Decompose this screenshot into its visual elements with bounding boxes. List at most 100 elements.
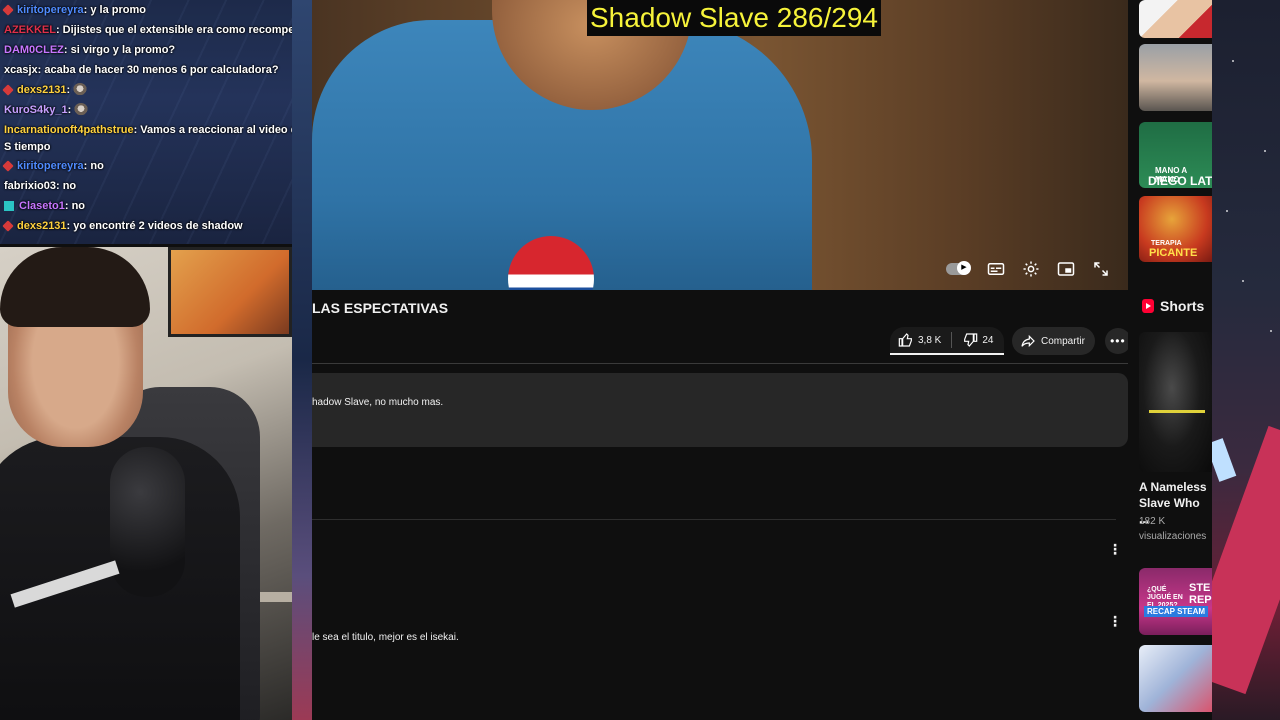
chat-message: DAM0CLEZ: si virgo y la promo? bbox=[0, 40, 312, 60]
chat-text: : no bbox=[64, 200, 86, 212]
chat-message: AZEKKEL: Dijistes que el extensible era … bbox=[0, 20, 312, 40]
stream-overlay-art bbox=[1212, 0, 1280, 720]
chat-message: KuroS4ky_1: bbox=[0, 100, 312, 120]
recommendations-sidebar: MANO A MANO DIEGO LAT TERAPIA PICANTE Sh… bbox=[1128, 0, 1212, 720]
miniplayer-icon[interactable] bbox=[1057, 260, 1075, 278]
chat-badge-icon bbox=[2, 4, 14, 16]
chat-message: fabrixio03: no bbox=[0, 176, 312, 196]
settings-gear-icon[interactable] bbox=[1022, 260, 1040, 278]
description-box[interactable]: hadow Slave, no mucho mas. bbox=[312, 373, 1128, 447]
chat-text: : y la promo bbox=[83, 4, 146, 16]
chat-emote-icon bbox=[74, 103, 89, 118]
chat-username[interactable]: dexs2131 bbox=[17, 84, 67, 96]
recommended-video-thumbnail[interactable]: TERAPIA PICANTE bbox=[1139, 196, 1212, 262]
chat-text: : bbox=[67, 104, 72, 116]
chat-text: : Dijistes que el extensible era como re… bbox=[55, 24, 312, 36]
short-view-count: 182 K visualizaciones bbox=[1139, 516, 1207, 542]
description-text: hadow Slave, no mucho mas. bbox=[312, 397, 444, 408]
shorts-section-header: Shorts bbox=[1142, 298, 1204, 314]
chat-badge-icon bbox=[2, 160, 14, 172]
decorative-star bbox=[1264, 150, 1266, 152]
chat-message: dexs2131: yo encontré 2 videos de shadow bbox=[0, 216, 312, 236]
shorts-logo-icon bbox=[1142, 299, 1154, 313]
decorative-star bbox=[1270, 330, 1272, 332]
chat-message: dexs2131: bbox=[0, 80, 312, 100]
comment-menu-icon[interactable]: ⋮ bbox=[1108, 542, 1122, 556]
chat-username[interactable]: DAM0CLEZ bbox=[4, 44, 64, 56]
chat-message: xcasjx: acaba de hacer 30 menos 6 por ca… bbox=[0, 60, 312, 80]
chat-username[interactable]: dexs2131 bbox=[17, 220, 67, 232]
thumbs-up-icon bbox=[898, 333, 912, 347]
comment-text: le sea el titulo, mejor es el isekai. bbox=[312, 632, 459, 643]
like-count: 3,8 K bbox=[918, 334, 942, 346]
more-actions-button[interactable]: ••• bbox=[1104, 328, 1131, 354]
thumbnail-caption-top: TERAPIA bbox=[1151, 240, 1182, 247]
chat-text: : no bbox=[83, 160, 104, 172]
video-actions: 3,8 K 24 Compartir ••• bbox=[890, 327, 1131, 355]
subtitles-icon[interactable] bbox=[987, 260, 1005, 278]
share-label: Compartir bbox=[1041, 335, 1085, 347]
streamer-hair bbox=[0, 247, 150, 327]
chat-username[interactable]: fabrixio03 bbox=[4, 180, 56, 192]
series-progress-overlay: Shadow Slave 286/294 bbox=[587, 0, 881, 36]
like-separator bbox=[951, 332, 953, 348]
video-player[interactable] bbox=[312, 0, 1128, 290]
short-thumbnail[interactable]: ¿QUÉ JUGUÉ EN EL 2025? STE REP RECAP STE… bbox=[1139, 568, 1212, 635]
like-dislike-group: 3,8 K 24 bbox=[890, 327, 1004, 355]
stream-overlay-strip bbox=[292, 0, 312, 720]
chat-message: Incarnationoft4pathstrue: Vamos a reacci… bbox=[0, 120, 312, 156]
chat-username[interactable]: Incarnationoft4pathstrue bbox=[4, 124, 134, 136]
chat-username[interactable]: AZEKKEL bbox=[4, 24, 56, 36]
video-title: LAS ESPECTATIVAS bbox=[312, 300, 449, 316]
dislike-button[interactable]: 24 bbox=[962, 332, 993, 348]
chat-username[interactable]: Claseto1 bbox=[19, 200, 65, 212]
chat-message: kiritopereyra: no bbox=[0, 156, 312, 176]
shorts-label: Shorts bbox=[1160, 298, 1205, 314]
comments-divider bbox=[312, 519, 1116, 520]
thumbs-down-icon bbox=[964, 333, 978, 347]
like-button[interactable]: 3,8 K bbox=[898, 332, 941, 348]
short-thumbnail-banner bbox=[1149, 410, 1205, 413]
short-thumbnail[interactable] bbox=[1139, 645, 1212, 712]
decorative-star bbox=[1226, 210, 1228, 212]
chat-text: : acaba de hacer 30 menos 6 por calculad… bbox=[37, 64, 279, 76]
autoplay-toggle[interactable] bbox=[946, 261, 971, 275]
comment-menu-icon[interactable]: ⋮ bbox=[1108, 614, 1122, 628]
recommended-video-thumbnail[interactable] bbox=[1139, 0, 1212, 38]
chat-username[interactable]: xcasjx bbox=[4, 64, 38, 76]
streamer-webcam bbox=[0, 247, 292, 720]
dislike-count: 24 bbox=[982, 334, 994, 346]
divider bbox=[312, 363, 1128, 364]
thumbnail-caption: DIEGO LAT bbox=[1148, 174, 1212, 188]
thumbnail-caption: PICANTE bbox=[1149, 247, 1198, 259]
chat-badge-icon bbox=[4, 201, 14, 212]
share-button[interactable]: Compartir bbox=[1012, 327, 1095, 355]
decorative-star bbox=[1242, 280, 1244, 282]
short-thumbnail[interactable] bbox=[1139, 332, 1212, 472]
chat-message: Claseto1: no bbox=[0, 196, 312, 216]
thumbnail-caption-side: STE REP bbox=[1189, 582, 1212, 606]
chat-badge-icon bbox=[2, 84, 14, 96]
chat-emote-icon bbox=[73, 83, 88, 98]
microphone bbox=[110, 447, 185, 597]
thumbnail-caption: RECAP STEAM bbox=[1144, 606, 1209, 617]
player-controls bbox=[946, 260, 1110, 278]
share-arrow-icon bbox=[1021, 334, 1035, 348]
chat-message: kiritopereyra: y la promo bbox=[0, 0, 312, 20]
chat-username[interactable]: KuroS4ky_1 bbox=[4, 104, 68, 116]
chat-message-list: kiritopereyra: y la promo AZEKKEL: Dijist… bbox=[0, 0, 312, 236]
wall-poster bbox=[168, 247, 292, 337]
chat-text: : bbox=[66, 84, 71, 96]
chat-badge-icon bbox=[2, 220, 14, 232]
decorative-star bbox=[1232, 60, 1234, 62]
chat-text: : si virgo y la promo? bbox=[63, 44, 176, 56]
chat-username[interactable]: kiritopereyra bbox=[17, 4, 84, 16]
fullscreen-icon[interactable] bbox=[1092, 260, 1110, 278]
chat-username[interactable]: kiritopereyra bbox=[17, 160, 84, 172]
chat-text: : yo encontré 2 videos de shadow bbox=[66, 220, 243, 232]
decorative-shard bbox=[1212, 438, 1237, 482]
chat-text: : no bbox=[55, 180, 77, 192]
recommended-video-thumbnail[interactable] bbox=[1139, 44, 1212, 111]
recommended-video-thumbnail[interactable]: MANO A MANO DIEGO LAT bbox=[1139, 122, 1212, 188]
stream-chat: kiritopereyra: y la promo AZEKKEL: Dijist… bbox=[0, 0, 312, 244]
